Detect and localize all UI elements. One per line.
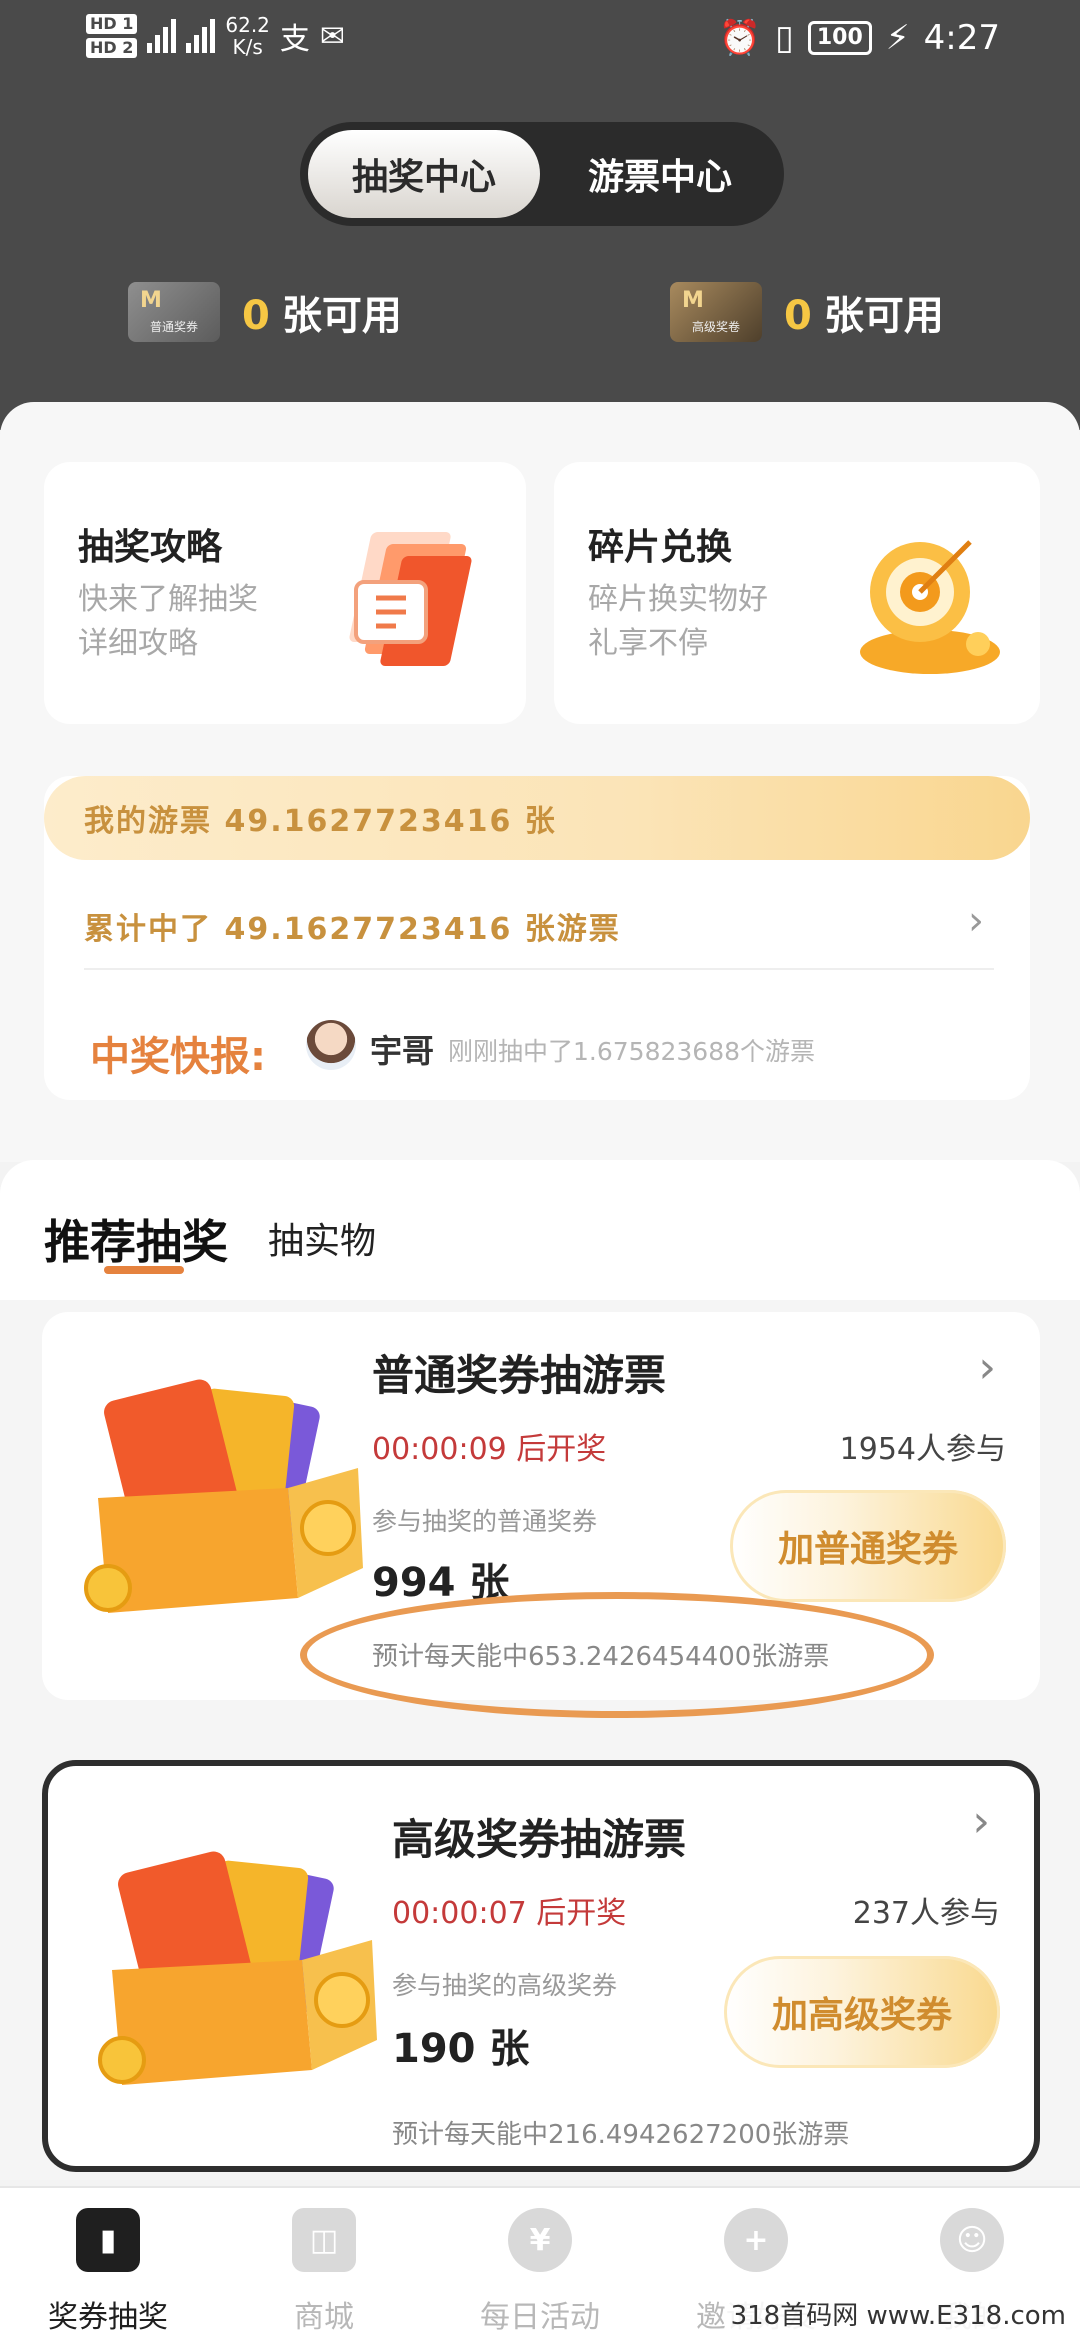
money-bag-icon: ¥ xyxy=(508,2208,572,2272)
battery-icon: 100 xyxy=(807,21,872,55)
pool-label: 参与抽奖的普通奖券 xyxy=(372,1507,598,1536)
status-left: HD 1 HD 2 62.2 K/s 支 ✉ xyxy=(86,14,345,58)
charging-icon: ⚡ xyxy=(885,18,910,58)
highlight-circle xyxy=(300,1592,934,1718)
status-right: ⏰ ▯ 100 ⚡ 4:27 xyxy=(719,18,1000,58)
guide-subtitle: 快来了解抽奖详细攻略 xyxy=(78,582,258,661)
alipay-icon: 支 xyxy=(279,22,310,57)
chevron-right-icon[interactable]: › xyxy=(968,898,984,944)
net-speed-value: 62.2 xyxy=(225,13,270,37)
net-speed: 62.2 K/s xyxy=(225,14,270,58)
nav-label: 商城 xyxy=(294,2300,354,2335)
advanced-ticket-icon: 高级奖卷 xyxy=(670,282,762,342)
tab-ticket-center[interactable]: 游票中心 xyxy=(544,130,776,218)
signal-icon xyxy=(147,19,177,53)
pool-value: 190 张 xyxy=(392,2026,530,2072)
tab-lottery-center[interactable]: 抽奖中心 xyxy=(308,130,540,218)
normal-ticket-icon: 普通奖券 xyxy=(128,282,220,342)
profile-icon: ☺ xyxy=(940,2208,1004,2272)
alarm-icon: ⏰ xyxy=(718,18,762,58)
avatar xyxy=(306,1020,356,1070)
divider xyxy=(84,968,994,970)
nav-label: 奖券抽奖 xyxy=(48,2300,168,2335)
nav-item-daily-activity[interactable]: ¥ 每日活动 xyxy=(432,2188,648,2340)
my-tickets-bar: 我的游票 49.1627723416 张 xyxy=(44,776,1030,860)
advanced-ticket-balance: 高级奖卷 0张可用 xyxy=(670,282,944,342)
advanced-ticket-count: 0 张可用 xyxy=(784,283,944,341)
gift-box-icon xyxy=(84,1379,363,1613)
tab-physical-lottery[interactable]: 抽实物 xyxy=(268,1212,376,1264)
status-bar: HD 1 HD 2 62.2 K/s 支 ✉ ⏰ ▯ 100 ⚡ 4:27 xyxy=(0,0,1080,80)
net-speed-unit: K/s xyxy=(232,35,263,59)
clock: 4:27 xyxy=(923,18,1000,58)
lottery-name: 普通奖券抽游票 xyxy=(372,1351,667,1400)
wechat-icon: ✉ xyxy=(319,18,346,54)
sim1-label: HD 1 xyxy=(86,14,138,34)
sim2-label: HD 2 xyxy=(86,38,138,58)
normal-ticket-number: 0 xyxy=(242,293,270,339)
normal-ticket-suffix: 张可用 xyxy=(281,293,402,339)
exchange-title: 碎片兑换 xyxy=(588,527,733,568)
lottery-countdown: 00:00:09 后开奖 xyxy=(372,1432,607,1467)
guide-card[interactable]: 抽奖攻略 快来了解抽奖详细攻略 xyxy=(44,462,526,724)
guide-title: 抽奖攻略 xyxy=(78,527,223,568)
top-tab-switch: 抽奖中心 游票中心 xyxy=(300,122,784,226)
add-friend-icon: + xyxy=(724,2208,788,2272)
chevron-right-icon[interactable]: › xyxy=(972,1796,990,1847)
lottery-name: 高级奖券抽游票 xyxy=(392,1815,687,1864)
daily-estimate: 预计每天能中216.4942627200张游票 xyxy=(392,2120,850,2150)
shop-bag-icon: ◫ xyxy=(292,2208,356,2272)
advanced-ticket-number: 0 xyxy=(784,293,812,339)
guide-illustration-icon xyxy=(349,532,472,666)
winning-news-text: 刚刚抽中了1.675823688个游票 xyxy=(448,1037,816,1066)
vibrate-icon: ▯ xyxy=(775,18,794,58)
signal-icon xyxy=(186,19,216,53)
normal-ticket-balance: 普通奖券 0张可用 xyxy=(128,282,402,342)
add-advanced-ticket-button[interactable]: 加高级奖券 xyxy=(724,1956,1000,2068)
stats-card: 我的游票 49.1627723416 张 累计中了 49.1627723416 … xyxy=(44,776,1030,1100)
watermark: 318首码网 www.E318.com xyxy=(726,2295,1070,2332)
winning-news-title: 中奖快报: xyxy=(90,1034,266,1080)
add-normal-ticket-button[interactable]: 加普通奖券 xyxy=(730,1490,1006,1602)
active-tab-underline xyxy=(104,1266,184,1274)
participant-count: 1954人参与 xyxy=(839,1432,1006,1467)
chevron-right-icon[interactable]: › xyxy=(978,1342,996,1393)
tab-recommend-lottery[interactable]: 推荐抽奖 xyxy=(44,1206,228,1272)
ticket-icon: ▮ xyxy=(76,2208,140,2272)
nav-label: 每日活动 xyxy=(480,2300,600,2335)
nav-item-shop[interactable]: ◫ 商城 xyxy=(216,2188,432,2340)
gift-box-icon xyxy=(98,1851,377,2085)
winner-name: 宇哥 xyxy=(370,1032,435,1070)
exchange-subtitle: 碎片换实物好礼享不停 xyxy=(588,582,768,661)
normal-ticket-count: 0 张可用 xyxy=(242,283,402,341)
pool-label: 参与抽奖的高级奖券 xyxy=(392,1971,618,2000)
participant-count: 237人参与 xyxy=(852,1896,1000,1931)
exchange-card[interactable]: 碎片兑换 碎片换实物好礼享不停 xyxy=(554,462,1040,724)
sim-indicator: HD 1 HD 2 xyxy=(86,14,138,58)
target-illustration-icon xyxy=(860,540,1000,674)
lottery-countdown: 00:00:07 后开奖 xyxy=(392,1896,627,1931)
advanced-lottery-card[interactable]: 高级奖券抽游票 › 00:00:07 后开奖 237人参与 参与抽奖的高级奖券 … xyxy=(42,1760,1040,2172)
nav-item-ticket-lottery[interactable]: ▮ 奖券抽奖 xyxy=(0,2188,216,2340)
advanced-ticket-suffix: 张可用 xyxy=(823,293,944,339)
total-won-link[interactable]: 累计中了 49.1627723416 张游票 xyxy=(84,904,621,948)
